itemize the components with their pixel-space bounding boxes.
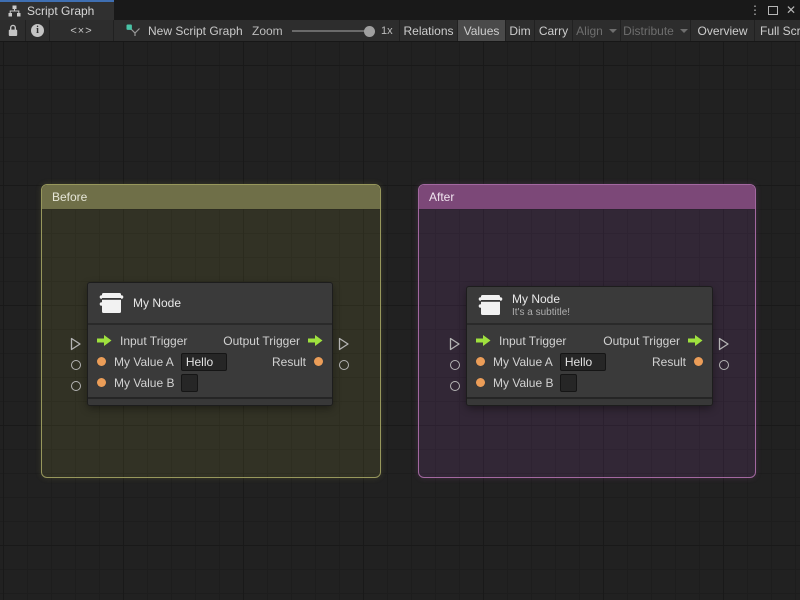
value-b-input[interactable] bbox=[560, 373, 578, 392]
value-dot-icon[interactable] bbox=[476, 378, 485, 387]
flow-arrow-icon[interactable] bbox=[688, 335, 703, 346]
port-row-value-b: My Value B bbox=[88, 372, 332, 393]
port-row-value-b: My Value B bbox=[467, 372, 712, 393]
graph-icon bbox=[126, 24, 141, 37]
relations-button[interactable]: Relations bbox=[399, 20, 457, 41]
port-row-value-a: My Value A Result bbox=[467, 351, 712, 372]
script-graph-window: Script Graph ⋮ ✕ i <×> New Script Graph … bbox=[0, 0, 800, 600]
outer-value-port-icon[interactable] bbox=[450, 360, 460, 370]
group-after-header[interactable]: After bbox=[419, 185, 755, 209]
flow-arrow-icon[interactable] bbox=[308, 335, 323, 346]
graph-toolbar: i <×> New Script Graph Zoom 1x Relations… bbox=[0, 20, 800, 42]
value-b-label: My Value B bbox=[493, 375, 554, 390]
zoom-slider-thumb[interactable] bbox=[364, 25, 375, 37]
node-before[interactable]: My Node Input Trigger Output Trigger My bbox=[88, 283, 332, 405]
input-trigger-label: Input Trigger bbox=[499, 333, 567, 348]
outer-flow-port-icon[interactable] bbox=[718, 337, 730, 351]
value-a-input[interactable] bbox=[559, 352, 606, 371]
flow-arrow-icon[interactable] bbox=[476, 335, 491, 346]
value-b-input[interactable] bbox=[181, 373, 199, 392]
graph-canvas[interactable]: Before After My Node Input Trigger Outpu… bbox=[0, 42, 800, 600]
unit-icon bbox=[477, 293, 503, 317]
value-a-label: My Value A bbox=[493, 354, 553, 369]
outer-value-port-icon[interactable] bbox=[719, 360, 729, 370]
titlebar: Script Graph ⋮ ✕ bbox=[0, 0, 800, 20]
node-after-header[interactable]: My Node It's a subtitle! bbox=[467, 287, 712, 325]
result-label: Result bbox=[651, 354, 686, 369]
value-dot-icon[interactable] bbox=[97, 378, 106, 387]
value-a-label: My Value A bbox=[114, 354, 174, 369]
outer-flow-port-icon[interactable] bbox=[338, 337, 350, 351]
tab-script-graph[interactable]: Script Graph bbox=[0, 0, 114, 20]
node-after[interactable]: My Node It's a subtitle! Input Trigger O… bbox=[467, 287, 712, 405]
node-title: My Node bbox=[133, 295, 182, 310]
flow-arrow-icon[interactable] bbox=[97, 335, 112, 346]
graph-name: New Script Graph bbox=[148, 23, 243, 38]
group-before-header[interactable]: Before bbox=[42, 185, 380, 209]
node-before-body: Input Trigger Output Trigger My Value A … bbox=[88, 325, 332, 397]
overview-button[interactable]: Overview bbox=[690, 20, 754, 41]
port-row-trigger: Input Trigger Output Trigger bbox=[467, 330, 712, 351]
value-a-input[interactable] bbox=[180, 352, 227, 371]
node-subtitle: It's a subtitle! bbox=[512, 306, 571, 318]
outer-flow-port-icon[interactable] bbox=[70, 337, 82, 351]
carry-button[interactable]: Carry bbox=[534, 20, 572, 41]
outer-value-port-icon[interactable] bbox=[450, 381, 460, 391]
lock-icon bbox=[7, 24, 19, 37]
value-dot-icon[interactable] bbox=[97, 357, 106, 366]
output-trigger-label: Output Trigger bbox=[223, 333, 300, 348]
node-before-header[interactable]: My Node bbox=[88, 283, 332, 325]
value-dot-icon[interactable] bbox=[314, 357, 323, 366]
graph-breadcrumb[interactable]: New Script Graph bbox=[126, 20, 243, 41]
port-row-value-a: My Value A Result bbox=[88, 351, 332, 372]
code-icon: <×> bbox=[70, 24, 93, 37]
info-button[interactable]: i bbox=[26, 20, 50, 41]
result-label: Result bbox=[271, 354, 306, 369]
value-b-label: My Value B bbox=[114, 375, 175, 390]
align-dropdown[interactable]: Align bbox=[572, 20, 620, 41]
tab-title: Script Graph bbox=[27, 4, 95, 18]
outer-value-port-icon[interactable] bbox=[71, 381, 81, 391]
info-icon: i bbox=[31, 24, 44, 37]
outer-flow-port-icon[interactable] bbox=[449, 337, 461, 351]
value-dot-icon[interactable] bbox=[694, 357, 703, 366]
maximize-icon[interactable] bbox=[768, 5, 778, 15]
node-after-body: Input Trigger Output Trigger My Value A … bbox=[467, 325, 712, 397]
window-controls: ⋮ ✕ bbox=[746, 0, 800, 20]
distribute-label: Distribute bbox=[623, 23, 674, 38]
code-view-button[interactable]: <×> bbox=[50, 20, 114, 41]
dim-button[interactable]: Dim bbox=[505, 20, 534, 41]
outer-value-port-icon[interactable] bbox=[71, 360, 81, 370]
input-trigger-label: Input Trigger bbox=[120, 333, 188, 348]
value-dot-icon[interactable] bbox=[476, 357, 485, 366]
unit-icon bbox=[98, 291, 124, 315]
zoom-label: Zoom bbox=[252, 23, 283, 38]
node-footer bbox=[88, 397, 332, 405]
distribute-dropdown[interactable]: Distribute bbox=[620, 20, 690, 41]
outer-value-port-icon[interactable] bbox=[339, 360, 349, 370]
port-row-trigger: Input Trigger Output Trigger bbox=[88, 330, 332, 351]
lock-button[interactable] bbox=[0, 20, 26, 41]
chevron-down-icon bbox=[679, 28, 688, 33]
output-trigger-label: Output Trigger bbox=[603, 333, 680, 348]
kebab-menu-icon[interactable]: ⋮ bbox=[746, 3, 764, 17]
node-footer bbox=[467, 397, 712, 405]
values-button[interactable]: Values bbox=[457, 20, 505, 41]
zoom-slider[interactable] bbox=[292, 25, 375, 37]
script-graph-icon bbox=[8, 5, 21, 17]
chevron-down-icon bbox=[608, 28, 617, 33]
node-title: My Node bbox=[512, 291, 561, 306]
align-label: Align bbox=[576, 23, 603, 38]
zoom-value: 1x bbox=[381, 24, 393, 37]
fullscreen-button[interactable]: Full Screen bbox=[754, 20, 800, 41]
close-icon[interactable]: ✕ bbox=[782, 3, 800, 17]
